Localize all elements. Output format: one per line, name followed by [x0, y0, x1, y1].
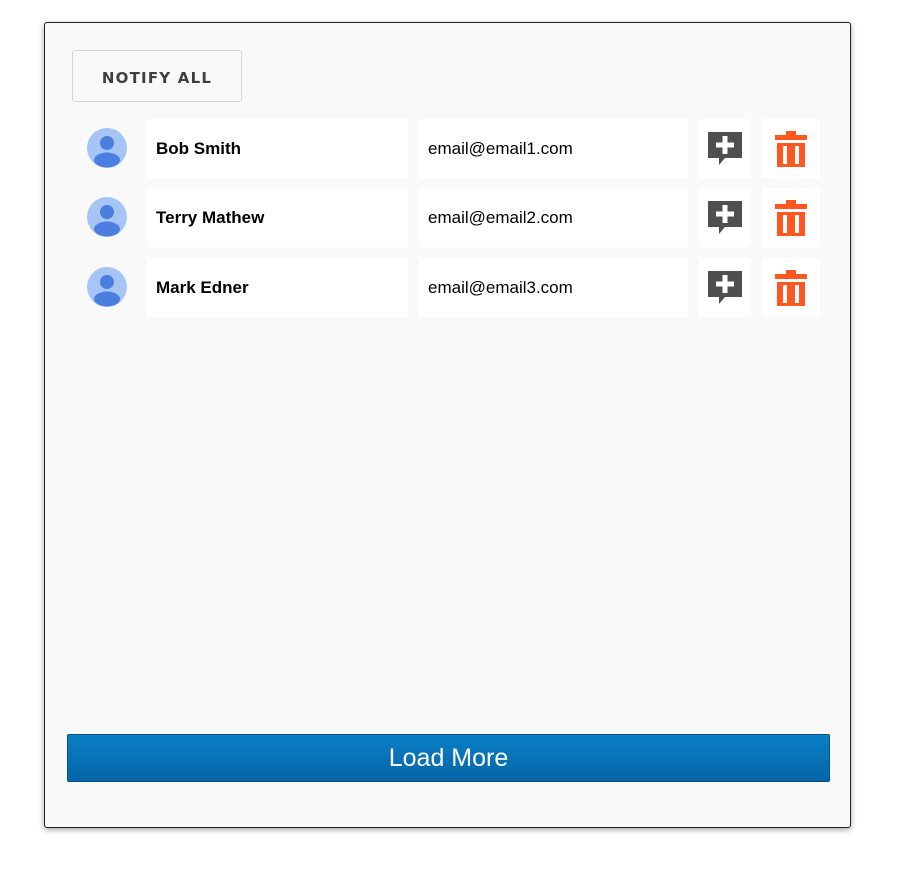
contact-email: email@email1.com	[419, 119, 688, 178]
contact-name: Mark Edner	[147, 258, 408, 317]
contact-row: Terry Mathew email@email2.com	[72, 188, 822, 248]
contact-email: email@email2.com	[419, 188, 688, 247]
contact-name: Terry Mathew	[147, 188, 408, 247]
comment-add-icon	[708, 270, 742, 304]
comment-add-icon	[708, 131, 742, 165]
contact-row: Mark Edner email@email3.com	[72, 258, 822, 318]
contact-email: email@email3.com	[419, 258, 688, 317]
delete-button[interactable]	[762, 119, 820, 178]
contacts-panel: NOTIFY ALL Bob Smith email@email1.com Te…	[44, 22, 851, 828]
trash-icon	[775, 199, 807, 236]
delete-button[interactable]	[762, 188, 820, 247]
add-comment-button[interactable]	[699, 258, 751, 317]
user-avatar-icon	[87, 197, 127, 237]
delete-button[interactable]	[762, 258, 820, 317]
contact-row: Bob Smith email@email1.com	[72, 119, 822, 179]
add-comment-button[interactable]	[699, 188, 751, 247]
comment-add-icon	[708, 200, 742, 234]
add-comment-button[interactable]	[699, 119, 751, 178]
user-avatar-icon	[87, 128, 127, 168]
contact-name: Bob Smith	[147, 119, 408, 178]
user-avatar-icon	[87, 267, 127, 307]
trash-icon	[775, 130, 807, 167]
load-more-button[interactable]: Load More	[67, 734, 830, 782]
trash-icon	[775, 269, 807, 306]
notify-all-button[interactable]: NOTIFY ALL	[72, 50, 242, 102]
